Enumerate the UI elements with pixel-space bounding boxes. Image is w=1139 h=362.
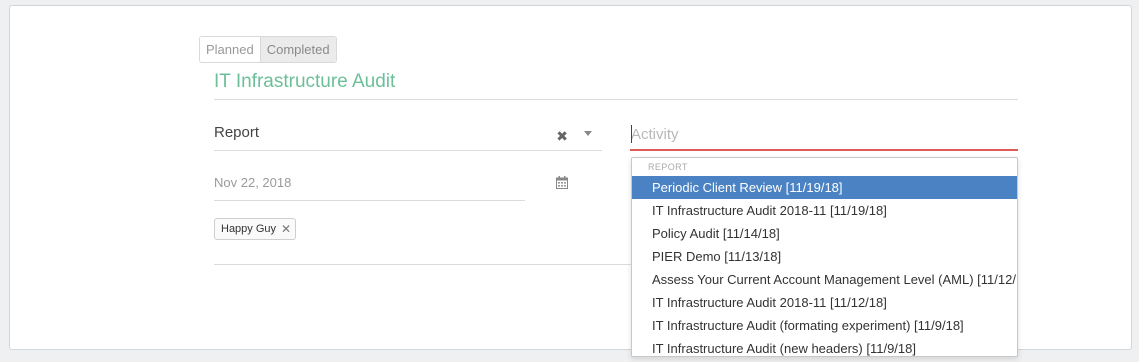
audit-title-field[interactable]: IT Infrastructure Audit [214, 70, 1018, 100]
calendar-icon[interactable] [556, 176, 568, 189]
dropdown-option[interactable]: IT Infrastructure Audit 2018-11 [11/12/1… [632, 291, 1017, 314]
dropdown-option[interactable]: Periodic Client Review [11/19/18] [632, 176, 1017, 199]
dropdown-group-label: REPORT [648, 162, 688, 172]
activity-input[interactable] [630, 121, 1018, 147]
activity-input-wrapper [630, 121, 1018, 151]
dropdown-option[interactable]: Assess Your Current Account Management L… [632, 268, 1017, 291]
tag-chip: Happy Guy ✕ [214, 218, 297, 240]
dropdown-option[interactable]: PIER Demo [11/13/18] [632, 245, 1017, 268]
activity-dropdown: REPORT Periodic Client Review [11/19/18]… [631, 157, 1018, 357]
type-select-value: Report [214, 124, 260, 141]
status-option-planned[interactable]: Planned [200, 37, 260, 62]
dropdown-option[interactable]: Policy Audit [11/14/18] [632, 222, 1017, 245]
remove-tag-icon[interactable]: ✕ [281, 222, 291, 236]
clear-icon[interactable]: ✖ [556, 124, 568, 148]
dropdown-option[interactable]: IT Infrastructure Audit (formating exper… [632, 314, 1017, 337]
text-cursor [631, 125, 632, 143]
chevron-down-icon[interactable] [584, 131, 592, 136]
date-field[interactable]: Nov 22, 2018 [214, 172, 525, 201]
dropdown-option[interactable]: IT Infrastructure Audit 2018-11 [11/19/1… [632, 199, 1017, 222]
tag-list: Happy Guy ✕ [214, 218, 297, 240]
tag-label: Happy Guy [221, 223, 277, 235]
status-toggle: Planned Completed [199, 36, 337, 63]
type-select[interactable]: Report ✖ [214, 121, 602, 151]
divider [214, 264, 632, 265]
status-option-completed[interactable]: Completed [259, 37, 336, 62]
dropdown-option[interactable]: IT Infrastructure Audit (new headers) [1… [632, 337, 1017, 356]
